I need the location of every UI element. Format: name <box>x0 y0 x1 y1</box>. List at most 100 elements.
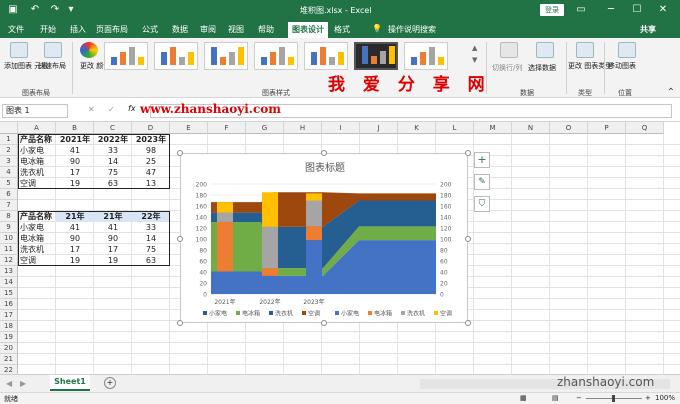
palette-icon[interactable] <box>80 42 98 58</box>
row-header[interactable]: 12 <box>0 255 18 266</box>
normal-view-icon[interactable]: ▦ <box>520 394 527 402</box>
share-button[interactable]: 共享 <box>640 24 656 35</box>
column-header[interactable]: H <box>284 122 322 134</box>
save-icon[interactable]: ▣ <box>6 3 20 17</box>
chart-elements-icon[interactable]: + <box>474 152 490 168</box>
row-header[interactable]: 22 <box>0 365 18 374</box>
prev-sheet-icon[interactable]: ◀ <box>6 379 12 388</box>
move-chart-icon[interactable] <box>618 42 636 58</box>
chart-title[interactable]: 图表标题 <box>305 161 345 174</box>
chart-style-3[interactable] <box>204 42 248 70</box>
tab-7[interactable]: 视图 <box>228 24 244 35</box>
column-header[interactable]: J <box>360 122 398 134</box>
customize-icon[interactable]: ▾ <box>64 3 78 17</box>
column-header[interactable]: O <box>550 122 588 134</box>
gallery-up-icon[interactable]: ▲ <box>472 44 477 52</box>
row-header[interactable]: 3 <box>0 156 18 167</box>
resize-handle[interactable] <box>465 150 471 156</box>
switch-rowcol-icon[interactable] <box>500 42 518 58</box>
add-sheet-button[interactable]: + <box>104 377 116 389</box>
tab-5[interactable]: 数据 <box>172 24 188 35</box>
chart-style-6[interactable] <box>354 42 398 70</box>
sheet-tab[interactable]: Sheet1 <box>50 375 90 391</box>
column-header[interactable]: D <box>132 122 170 134</box>
column-header[interactable]: L <box>436 122 474 134</box>
stacked-chart[interactable]: 图表标题 0 0 20 20 40 40 60 60 80 80 100 100 120 120 140 14… <box>180 153 468 323</box>
tab-10[interactable]: 格式 <box>334 24 350 35</box>
resize-handle[interactable] <box>177 236 183 242</box>
close-icon[interactable]: ✕ <box>656 3 670 17</box>
zoom-level[interactable]: 100% <box>655 394 675 402</box>
chart-styles-icon[interactable]: ✎ <box>474 174 490 190</box>
column-header[interactable]: K <box>398 122 436 134</box>
minimize-icon[interactable]: ─ <box>604 3 618 17</box>
change-type-icon[interactable] <box>576 42 594 58</box>
fx-icon[interactable]: fx <box>128 104 136 113</box>
maximize-icon[interactable]: ☐ <box>630 3 644 17</box>
row-header[interactable]: 17 <box>0 310 18 321</box>
quick-layout-button[interactable]: 快速布局 <box>38 62 66 71</box>
chart-style-7[interactable] <box>404 42 448 70</box>
resize-handle[interactable] <box>177 150 183 156</box>
tab-2[interactable]: 插入 <box>70 24 86 35</box>
login-button[interactable]: 登录 <box>540 4 564 16</box>
tab-6[interactable]: 审阅 <box>200 24 216 35</box>
row-header[interactable]: 8 <box>0 211 18 222</box>
column-header[interactable]: M <box>474 122 512 134</box>
column-header[interactable]: F <box>208 122 246 134</box>
select-data-icon[interactable] <box>536 42 554 58</box>
tell-me-search[interactable]: 操作说明搜索 <box>388 24 436 35</box>
row-header[interactable]: 21 <box>0 354 18 365</box>
tab-3[interactable]: 页面布局 <box>96 24 128 35</box>
move-chart-button[interactable]: 移动图表 <box>608 62 636 71</box>
resize-handle[interactable] <box>321 320 327 326</box>
row-header[interactable]: 5 <box>0 178 18 189</box>
chart-filter-icon[interactable]: ⛉ <box>474 196 490 212</box>
row-header[interactable]: 14 <box>0 277 18 288</box>
column-header[interactable]: E <box>170 122 208 134</box>
next-sheet-icon[interactable]: ▶ <box>20 379 26 388</box>
column-header[interactable]: G <box>246 122 284 134</box>
ribbon-options-icon[interactable]: ▭ <box>574 3 588 17</box>
collapse-ribbon-icon[interactable]: ⌃ <box>664 86 678 100</box>
column-header[interactable]: A <box>18 122 56 134</box>
tab-8[interactable]: 帮助 <box>258 24 274 35</box>
column-header[interactable]: C <box>94 122 132 134</box>
row-header[interactable]: 7 <box>0 200 18 211</box>
chart-style-1[interactable] <box>104 42 148 70</box>
row-header[interactable]: 15 <box>0 288 18 299</box>
tab-0[interactable]: 文件 <box>8 24 24 35</box>
quick-layout-icon[interactable] <box>44 42 62 58</box>
row-header[interactable]: 1 <box>0 134 18 145</box>
page-layout-icon[interactable]: ▤ <box>552 394 559 402</box>
column-header[interactable]: I <box>322 122 360 134</box>
zoom-out-icon[interactable]: − <box>576 394 582 402</box>
select-data-button[interactable]: 选择数据 <box>528 64 556 73</box>
row-header[interactable]: 4 <box>0 167 18 178</box>
zoom-thumb[interactable] <box>612 395 615 402</box>
column-header[interactable]: N <box>512 122 550 134</box>
confirm-icon[interactable]: ✓ <box>108 105 115 114</box>
row-header[interactable]: 13 <box>0 266 18 277</box>
undo-icon[interactable]: ↶ <box>28 3 42 17</box>
row-header[interactable]: 2 <box>0 145 18 156</box>
row-header[interactable]: 10 <box>0 233 18 244</box>
row-header[interactable]: 6 <box>0 189 18 200</box>
row-header[interactable]: 11 <box>0 244 18 255</box>
tab-9[interactable]: 图表设计 <box>288 22 328 38</box>
zoom-in-icon[interactable]: + <box>645 394 651 402</box>
cancel-icon[interactable]: ✕ <box>88 105 95 114</box>
chart-style-5[interactable] <box>304 42 348 70</box>
gallery-down-icon[interactable]: ▼ <box>472 56 477 64</box>
row-header[interactable]: 16 <box>0 299 18 310</box>
resize-handle[interactable] <box>465 320 471 326</box>
name-box[interactable]: 图表 1 <box>2 104 68 118</box>
tab-4[interactable]: 公式 <box>142 24 158 35</box>
resize-handle[interactable] <box>465 236 471 242</box>
tab-1[interactable]: 开始 <box>40 24 56 35</box>
redo-icon[interactable]: ↷ <box>48 3 62 17</box>
add-element-icon[interactable] <box>10 42 28 58</box>
chart-style-4[interactable] <box>254 42 298 70</box>
column-header[interactable]: Q <box>626 122 664 134</box>
switch-rowcol-button[interactable]: 切换行/列 <box>492 64 522 73</box>
